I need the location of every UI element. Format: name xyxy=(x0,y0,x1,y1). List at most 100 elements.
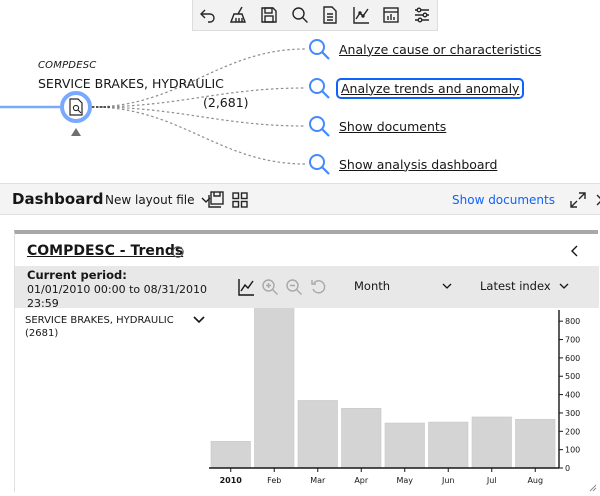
zoom-in-icon xyxy=(262,279,278,295)
undo-button[interactable] xyxy=(193,0,224,31)
chart-bar[interactable] xyxy=(297,400,338,469)
node-category-label: COMPDESC xyxy=(38,60,97,71)
trend-controls: Current period: 01/01/2010 00:00 to 08/3… xyxy=(15,266,599,310)
grid-layout-button[interactable] xyxy=(231,191,249,209)
dashboard-title: Dashboard xyxy=(12,190,104,208)
graph-node[interactable] xyxy=(60,91,92,123)
search-button[interactable] xyxy=(285,0,316,31)
y-tick-label: 700 xyxy=(565,336,580,345)
chart-bar[interactable] xyxy=(341,408,382,469)
layout-file-select-value: New layout file xyxy=(105,193,195,207)
show-documents-link[interactable]: Show documents xyxy=(452,193,555,207)
line-chart-icon xyxy=(353,7,369,24)
action-analyze-cause[interactable]: Analyze cause or characteristics xyxy=(307,36,541,62)
clear-button[interactable] xyxy=(224,0,255,31)
magnifier-icon xyxy=(309,154,330,175)
undo-icon xyxy=(200,9,215,23)
x-tick-label: Mar xyxy=(310,476,326,485)
x-tick-label: May xyxy=(396,476,413,485)
x-tick-label: Jun xyxy=(441,476,455,485)
chart-bar[interactable] xyxy=(384,422,425,469)
chart-bar[interactable] xyxy=(428,421,469,469)
graph-canvas: COMPDESC SERVICE BRAKES, HYDRAULIC (2,68… xyxy=(0,31,600,183)
expand-button[interactable] xyxy=(569,191,587,209)
interval-select[interactable]: Month xyxy=(354,279,390,293)
period-label: Current period: xyxy=(27,268,127,282)
x-tick-label: Feb xyxy=(267,476,281,485)
trends-card: COMPDESC - Trends Current period: 01/01/… xyxy=(14,230,599,492)
line-chart-icon xyxy=(238,279,254,296)
reset-icon xyxy=(311,280,326,294)
dashboard-header: Dashboard New layout file Show documents xyxy=(0,183,600,215)
x-tick-label: Jul xyxy=(486,476,497,485)
action-show-analysis-dashboard[interactable]: Show analysis dashboard xyxy=(307,151,497,177)
save-layout-icon xyxy=(208,191,224,208)
y-tick-label: 500 xyxy=(565,372,580,381)
x-tick-label: Apr xyxy=(354,476,369,485)
zoom-out-button[interactable] xyxy=(285,278,303,296)
expand-icon xyxy=(570,192,586,208)
settings-button[interactable] xyxy=(407,0,438,31)
app-root: COMPDESC SERVICE BRAKES, HYDRAULIC (2,68… xyxy=(0,0,600,496)
settings-sliders-icon xyxy=(414,7,429,23)
period-value: 01/01/2010 00:00 to 08/31/2010 23:59 xyxy=(27,283,208,310)
action-label: Show documents xyxy=(339,118,447,134)
y-tick-label: 0 xyxy=(565,464,570,473)
index-select[interactable]: Latest index xyxy=(480,279,551,293)
magnifier-icon xyxy=(309,78,330,99)
y-tick-label: 100 xyxy=(565,446,580,455)
chart-bar[interactable] xyxy=(515,419,556,469)
y-tick-label: 400 xyxy=(565,391,580,400)
reset-zoom-button[interactable] xyxy=(310,278,328,296)
action-label: Show analysis dashboard xyxy=(339,156,498,172)
edge-to-action-4 xyxy=(91,106,306,165)
action-analyze-trends[interactable]: Analyze trends and anomaly xyxy=(307,75,525,101)
y-tick-label: 800 xyxy=(565,317,580,326)
zoom-out-icon xyxy=(286,279,302,295)
node-count: (2,681) xyxy=(203,95,249,110)
calendar-chart-icon xyxy=(383,7,399,23)
save-button[interactable] xyxy=(254,0,285,31)
y-tick-label: 600 xyxy=(565,354,580,363)
y-tick-label: 300 xyxy=(565,409,580,418)
save-layout-button[interactable] xyxy=(207,191,225,209)
chevron-down-icon[interactable] xyxy=(442,281,452,291)
x-tick-label: Aug xyxy=(527,476,543,485)
info-icon[interactable] xyxy=(172,246,184,258)
card-title[interactable]: COMPDESC - Trends xyxy=(27,243,183,259)
document-icon xyxy=(323,6,337,24)
close-panel-button[interactable] xyxy=(593,191,600,209)
layout-file-select[interactable]: New layout file xyxy=(105,193,211,207)
calendar-chart-button[interactable] xyxy=(376,0,407,31)
magnifier-icon xyxy=(309,116,330,137)
zoom-in-button[interactable] xyxy=(261,278,279,296)
documents-button[interactable] xyxy=(315,0,346,31)
series-name: SERVICE BRAKES, HYDRAULIC xyxy=(25,315,174,326)
series-label[interactable]: SERVICE BRAKES, HYDRAULIC (2681) xyxy=(25,314,174,340)
series-count: (2681) xyxy=(25,328,59,339)
document-node-icon xyxy=(69,98,83,116)
trend-chart-button[interactable] xyxy=(346,0,377,31)
resize-grip-icon[interactable] xyxy=(589,484,597,492)
magnifier-icon xyxy=(309,39,330,60)
graph-toolbar xyxy=(192,0,438,31)
close-icon xyxy=(596,194,600,206)
node-expand-triangle-icon[interactable] xyxy=(71,128,81,136)
chart-bar[interactable] xyxy=(210,441,251,469)
save-icon xyxy=(261,7,277,23)
chart-bar[interactable] xyxy=(471,416,512,469)
action-show-documents[interactable]: Show documents xyxy=(307,113,446,139)
chevron-down-icon[interactable] xyxy=(559,281,569,291)
action-label: Analyze trends and anomaly xyxy=(335,77,525,99)
y-tick-label: 200 xyxy=(565,427,580,436)
line-chart-toggle[interactable] xyxy=(237,278,255,296)
x-tick-label: 2010 xyxy=(220,476,243,485)
broom-clear-icon xyxy=(229,6,246,23)
node-title: SERVICE BRAKES, HYDRAULIC xyxy=(38,76,224,91)
search-icon xyxy=(292,7,308,23)
grid-icon xyxy=(232,192,248,208)
chevron-left-icon[interactable] xyxy=(569,244,581,258)
chart-bar[interactable] xyxy=(254,308,295,469)
action-label: Analyze cause or characteristics xyxy=(339,41,542,57)
trend-bar-chart: 2010 Feb Mar Apr May Jun Jul Aug 0 100 200 300 400 50… xyxy=(209,308,580,485)
